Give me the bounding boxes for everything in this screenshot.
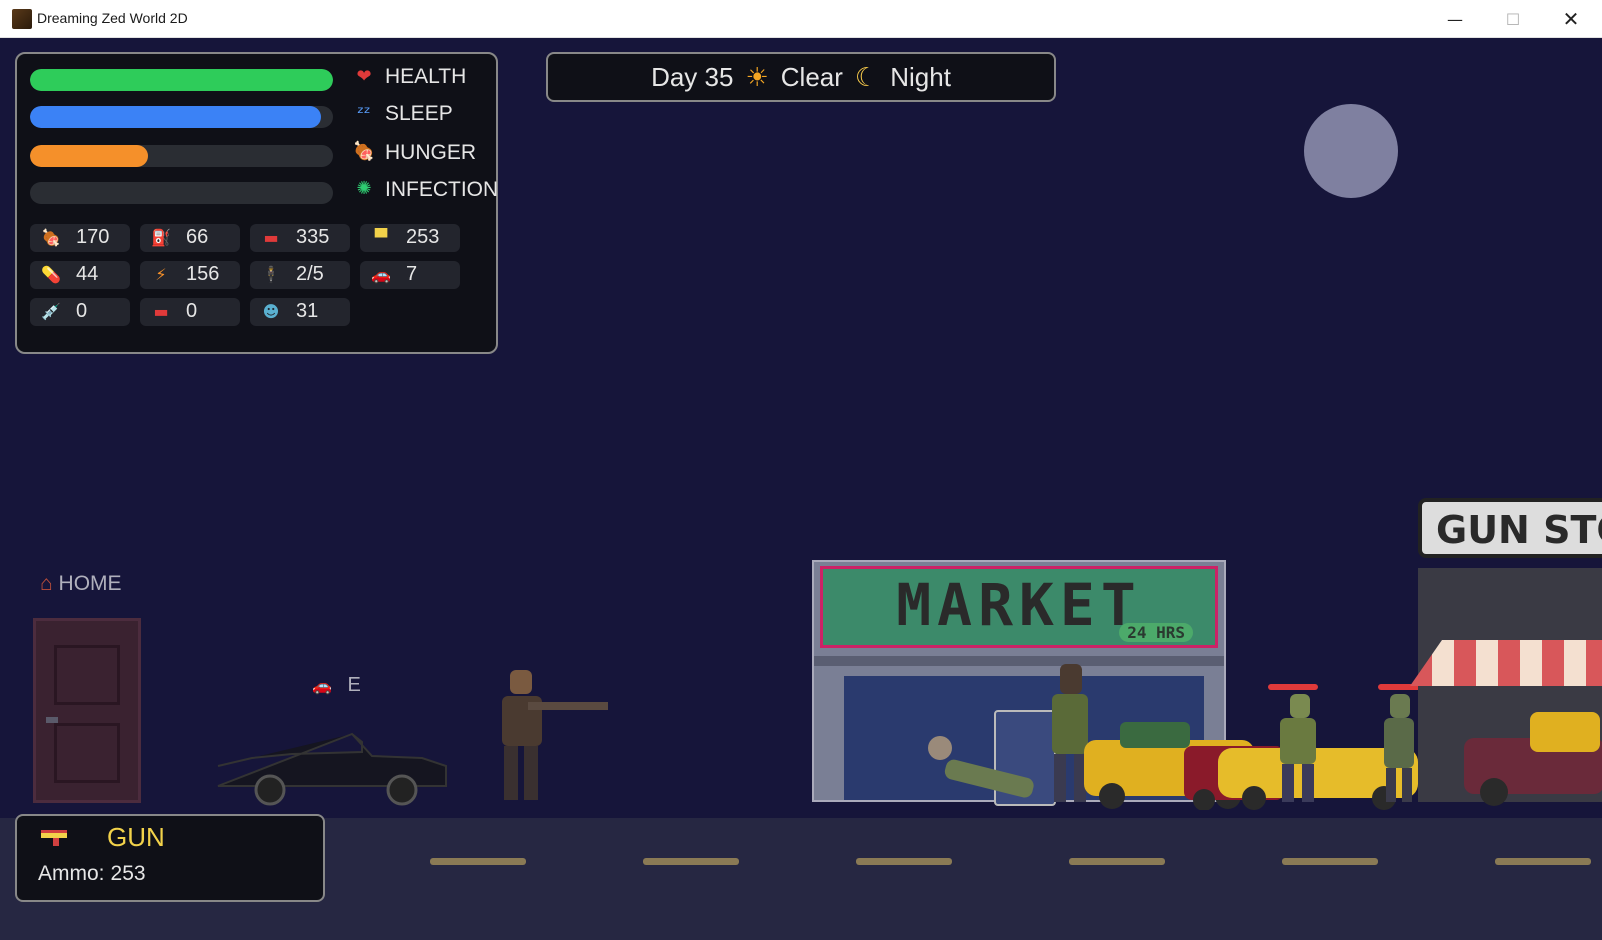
gun-icon: ▀ [374,228,388,247]
resource-value: 44 [76,263,99,285]
interact-key-label: E [347,674,361,696]
sun-icon: ☀ [745,61,769,92]
road-marking [1282,858,1378,865]
medkit-icon: ▬ [153,302,169,321]
resource-value: 7 [406,263,418,285]
zombie-icon: ☻ [262,302,280,321]
car-interact-prompt: 🚗 E [312,674,361,697]
car-icon: 🚗 [371,265,391,284]
hunger-bar [30,145,333,167]
health-bar-fill [30,69,333,91]
ammo-readout: Ammo: 253 [38,862,146,886]
close-button[interactable]: ✕ [1542,0,1600,38]
resource-car: 🚗 7 [360,261,460,289]
time-of-day-label: Night [890,61,951,92]
road-marking [430,858,526,865]
resource-value: 2/5 [296,263,324,285]
house-icon: ⌂ [40,572,53,595]
meat-icon: 🍖 [352,141,376,162]
resource-value: 0 [186,300,198,322]
sleep-bar [30,106,333,128]
day-weather-panel: Day 35 ☀ Clear ☾ Night [546,52,1056,102]
gun-store-awning [1410,640,1602,686]
health-bar [30,69,333,91]
infection-label: INFECTION [385,178,499,201]
resource-meat: 🍖 170 [30,224,130,252]
sleep-bar-fill [30,106,321,128]
market-sign: MARKET 24 HRS [820,566,1218,648]
heart-icon: ❤ [356,66,372,87]
resource-medkit: ▬ 0 [140,298,240,326]
road-marking [856,858,952,865]
player-character [502,670,608,800]
hunger-bar-fill [30,145,149,167]
home-label-text: HOME [58,572,122,595]
resource-pill: 💊 44 [30,261,130,289]
home-label: ⌂ HOME [40,572,122,596]
resource-value: 31 [296,300,319,322]
resource-value: 0 [76,300,88,322]
zombie-health-bar [1268,684,1318,690]
resource-value: 253 [406,226,440,248]
gun-store-sign: GUN STO [1418,498,1602,558]
gun-store-sign-text: GUN STO [1436,508,1602,552]
resource-lightning: ⚡ 156 [140,261,240,289]
door-handle [46,717,58,723]
resource-zombie: ☻ 31 [250,298,350,326]
weapon-panel: GUN Ammo: 253 [15,814,325,902]
virus-icon: ✺ [356,178,372,199]
resource-survivor: 🕴 2/5 [250,261,350,289]
moon [1304,104,1398,198]
resource-value: 170 [76,226,110,248]
resource-toolbox: ▬ 335 [250,224,350,252]
sleep-label: SLEEP [385,102,453,125]
weapon-name: GUN [107,822,165,852]
fuel-can-icon: ⛽ [151,228,171,247]
gun-icon [41,830,67,846]
ammo-value: 253 [110,862,146,885]
health-label: HEALTH [385,65,467,88]
door-panel [54,723,120,783]
resource-value: 156 [186,263,220,285]
toolbox-icon: ▬ [263,228,279,247]
fallen-zombie [928,736,1034,798]
survivor-icon: 🕴 [261,265,281,284]
car-icon: 🚗 [312,678,332,695]
hunger-label: HUNGER [385,141,477,164]
market-hours-text: 24 HRS [1119,623,1193,642]
wrecked-truck [1464,712,1602,806]
road-marking [1495,858,1591,865]
syringe-icon: 💉 [41,302,61,321]
road-marking [643,858,739,865]
lightning-icon: ⚡ [155,265,167,284]
weather-label: Clear [780,61,843,92]
app-icon [12,9,32,29]
road-marking [1069,858,1165,865]
resource-syringe: 💉 0 [30,298,130,326]
player-car[interactable] [212,728,452,808]
window-titlebar: Dreaming Zed World 2D — ☐ ✕ [0,0,1602,38]
resource-fuel-can: ⛽ 66 [140,224,240,252]
zombie [1280,694,1316,802]
resource-gun: ▀ 253 [360,224,460,252]
minimize-button[interactable]: — [1426,0,1484,38]
game-viewport[interactable]: ⌂ HOME 🚗 E MARKET 24 HRS GUN ST ❤ HEALTH… [0,38,1602,940]
window-title: Dreaming Zed World 2D [37,10,188,26]
ammo-label: Ammo: [38,862,105,885]
resource-value: 66 [186,226,209,248]
meat-icon: 🍖 [41,228,61,247]
pill-icon: 💊 [41,265,61,284]
day-label: Day 35 [651,61,734,92]
home-door[interactable] [33,618,141,803]
infection-bar [30,182,333,204]
maximize-button[interactable]: ☐ [1484,0,1542,38]
market-trim [814,656,1224,666]
resource-value: 335 [296,226,330,248]
status-panel: ❤ HEALTH ᶻᶻ SLEEP 🍖 HUNGER ✺ INFECTION 🍖… [15,52,498,354]
sleep-icon: ᶻᶻ [357,103,371,124]
door-panel [54,645,120,705]
moon-icon: ☾ [854,61,879,92]
